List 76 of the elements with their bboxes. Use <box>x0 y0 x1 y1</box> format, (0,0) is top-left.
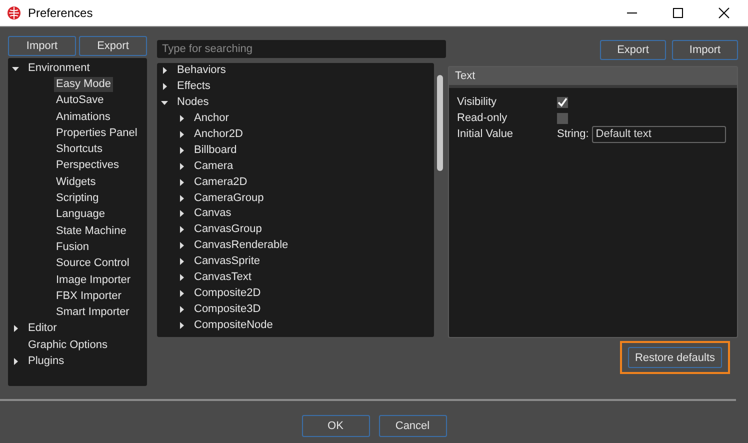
tree-item[interactable]: Easy Mode <box>54 76 114 92</box>
tree-item[interactable]: Plugins <box>26 354 66 369</box>
collapsed-arrow-icon[interactable] <box>178 290 185 297</box>
tree-item[interactable]: CanvasText <box>192 270 254 286</box>
tree-item[interactable]: CanvasSprite <box>192 254 262 270</box>
collapsed-arrow-icon[interactable] <box>178 210 185 218</box>
ok-button[interactable]: OK <box>302 415 370 437</box>
import-button[interactable]: Import <box>8 36 76 56</box>
collapsed-arrow-icon[interactable] <box>178 258 185 266</box>
field-label: String: <box>557 128 589 140</box>
tree-item[interactable]: Composite2D <box>192 286 263 301</box>
section-title: Text <box>455 70 476 82</box>
tree-item[interactable]: State Machine <box>54 224 128 239</box>
collapsed-arrow-icon[interactable] <box>178 194 185 202</box>
tree-item[interactable]: Environment <box>26 60 92 76</box>
tree-item[interactable]: Nodes <box>175 95 211 110</box>
tree-item[interactable]: Smart Importer <box>54 305 132 320</box>
tree-item[interactable]: Shortcuts <box>54 142 104 158</box>
tree-item[interactable]: Effects <box>175 79 212 94</box>
tree-item[interactable]: Graphic Options <box>26 338 110 353</box>
tree-item[interactable]: Source Control <box>54 256 132 272</box>
collapsed-arrow-icon[interactable] <box>178 162 185 170</box>
tree-item[interactable]: CameraGroup <box>192 190 266 206</box>
tree-item[interactable]: Editor <box>26 321 59 336</box>
property-label: Read-only <box>457 110 508 126</box>
tree-item[interactable]: CanvasGroup <box>192 222 264 238</box>
collapsed-arrow-icon[interactable] <box>161 83 168 90</box>
collapsed-arrow-icon[interactable] <box>178 146 185 154</box>
tree-item[interactable]: Anchor <box>192 111 231 126</box>
tree-item[interactable]: Language <box>54 207 107 222</box>
tree-item[interactable]: Behaviors <box>175 63 228 78</box>
collapsed-arrow-icon[interactable] <box>12 358 19 365</box>
app-logo-icon <box>6 5 22 21</box>
tree-item[interactable]: AutoSave <box>54 93 106 108</box>
collapsed-arrow-icon[interactable] <box>178 322 185 329</box>
cancel-button[interactable]: Cancel <box>378 415 446 437</box>
search-field[interactable]: Type for searching <box>157 40 446 58</box>
tree-item[interactable]: CanvasRenderable <box>192 238 290 254</box>
import-button[interactable]: Import <box>672 40 738 60</box>
export-button[interactable]: Export <box>600 40 666 60</box>
collapsed-arrow-icon[interactable] <box>178 131 185 138</box>
tree-item[interactable]: FBX Importer <box>54 288 124 304</box>
collapsed-arrow-icon[interactable] <box>178 115 185 122</box>
collapsed-arrow-icon[interactable] <box>178 274 185 282</box>
export-button[interactable]: Export <box>79 36 147 56</box>
checkbox[interactable] <box>557 112 568 124</box>
tree-item[interactable]: Image Importer <box>54 272 133 288</box>
tree-item[interactable]: Fusion <box>54 240 92 255</box>
tree-item[interactable]: Scripting <box>54 191 101 206</box>
tree-item[interactable]: Animations <box>54 110 112 125</box>
tree-item[interactable]: Anchor2D <box>192 127 245 142</box>
text-field[interactable]: Default text <box>592 126 726 142</box>
tree-item[interactable]: Composite3D <box>192 302 263 317</box>
expanded-arrow-icon[interactable] <box>12 64 19 72</box>
maximize-icon[interactable] <box>672 7 684 19</box>
collapsed-arrow-icon[interactable] <box>12 325 19 332</box>
collapsed-arrow-icon[interactable] <box>178 242 185 250</box>
tree-item[interactable]: Perspectives <box>54 158 121 174</box>
collapsed-arrow-icon[interactable] <box>178 178 185 186</box>
tree-item[interactable]: CompositeNode <box>192 318 275 333</box>
tree-item[interactable]: Properties Panel <box>54 126 140 141</box>
window-title: Preferences <box>28 6 93 20</box>
collapsed-arrow-icon[interactable] <box>178 306 185 313</box>
tree-item[interactable]: Canvas <box>192 206 234 222</box>
tree-item[interactable]: Camera <box>192 158 236 174</box>
tree-item[interactable]: Camera2D <box>192 174 250 190</box>
tree-item[interactable]: Billboard <box>192 142 239 158</box>
property-label: Visibility <box>457 94 498 110</box>
property-label: Initial Value <box>457 126 514 142</box>
collapsed-arrow-icon[interactable] <box>178 226 185 234</box>
collapsed-arrow-icon[interactable] <box>161 67 168 74</box>
close-icon[interactable] <box>718 7 730 19</box>
checkbox[interactable] <box>557 96 568 108</box>
restore-defaults-button[interactable]: Restore defaults <box>628 347 722 368</box>
tree-item[interactable]: Widgets <box>54 174 98 190</box>
expanded-arrow-icon[interactable] <box>161 99 168 106</box>
